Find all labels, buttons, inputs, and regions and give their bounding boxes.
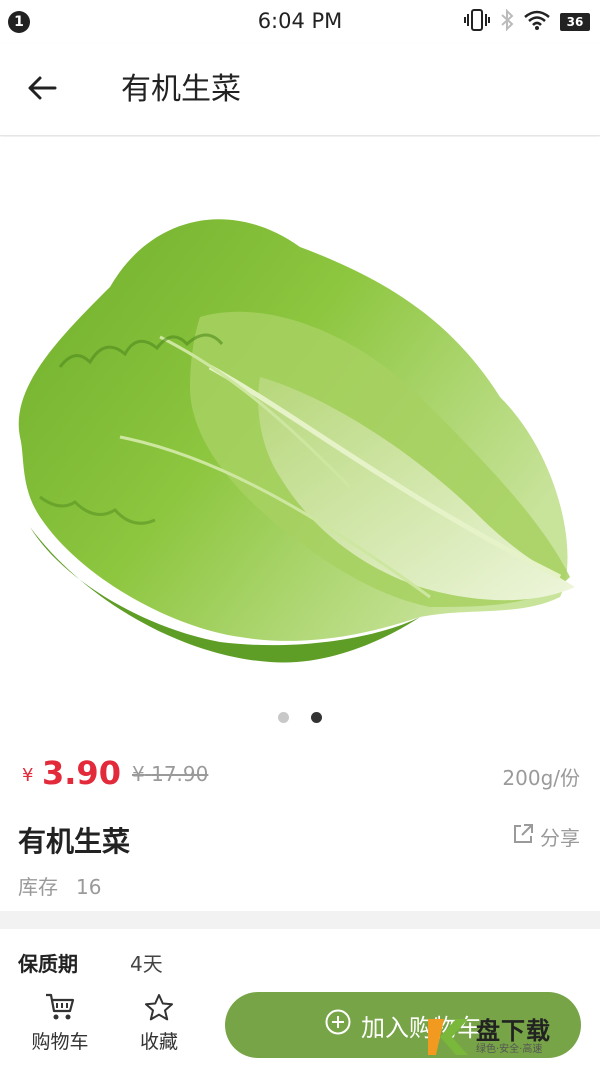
cart-label: 购物车 [31,1031,89,1053]
stock-value: 16 [76,875,102,899]
carousel-dot[interactable] [278,712,289,723]
price-currency: ¥ [22,765,34,786]
watermark-logo: 盘下载 绿色·安全·高速 [424,1014,594,1060]
section-divider [0,911,600,929]
watermark-mark-icon [424,1015,472,1059]
plus-circle-icon [325,1009,351,1041]
app-header: 有机生菜 [0,44,600,136]
share-icon [512,823,534,850]
product-image-carousel[interactable] [0,137,600,737]
carousel-dot-active[interactable] [311,712,322,723]
sale-price: 3.90 [42,754,121,792]
status-icons: 36 [464,8,590,35]
original-price: ¥ 17.90 [132,762,208,786]
vibrate-icon [464,9,490,35]
watermark-title: 盘下载 [476,1017,551,1045]
price-row: ¥ 3.90 ¥ 17.90 200g/份 [0,752,600,798]
wifi-icon [524,10,550,34]
battery-icon: 36 [560,13,590,31]
name-row: 有机生菜 分享 [0,816,600,860]
shelf-life-value: 4天 [130,952,163,976]
page-title: 有机生菜 [121,72,241,107]
stock-row: 库存 16 [18,871,101,900]
product-name: 有机生菜 [18,825,131,858]
watermark-subtitle: 绿色·安全·高速 [476,1044,543,1055]
star-icon [144,993,174,1025]
favorite-label: 收藏 [139,1031,178,1053]
back-button[interactable] [22,70,62,110]
shopping-cart-icon [45,993,75,1025]
carousel-dots [0,712,600,723]
share-label: 分享 [540,826,580,850]
status-bar: 1 6:04 PM 36 [0,0,600,44]
share-button[interactable]: 分享 [512,822,580,851]
stock-label: 库存 [18,875,58,899]
shelf-life-row: 保质期 4天 [0,946,600,978]
lettuce-photo [18,219,575,663]
bluetooth-icon [500,8,514,35]
original-price-value: 17.90 [151,762,209,786]
arrow-left-icon [27,75,57,105]
unit-size: 200g/份 [502,766,580,790]
cart-tab[interactable]: 购物车 [10,993,110,1054]
original-price-currency: ¥ [132,762,145,786]
favorite-tab[interactable]: 收藏 [109,993,209,1054]
shelf-life-label: 保质期 [18,952,78,976]
